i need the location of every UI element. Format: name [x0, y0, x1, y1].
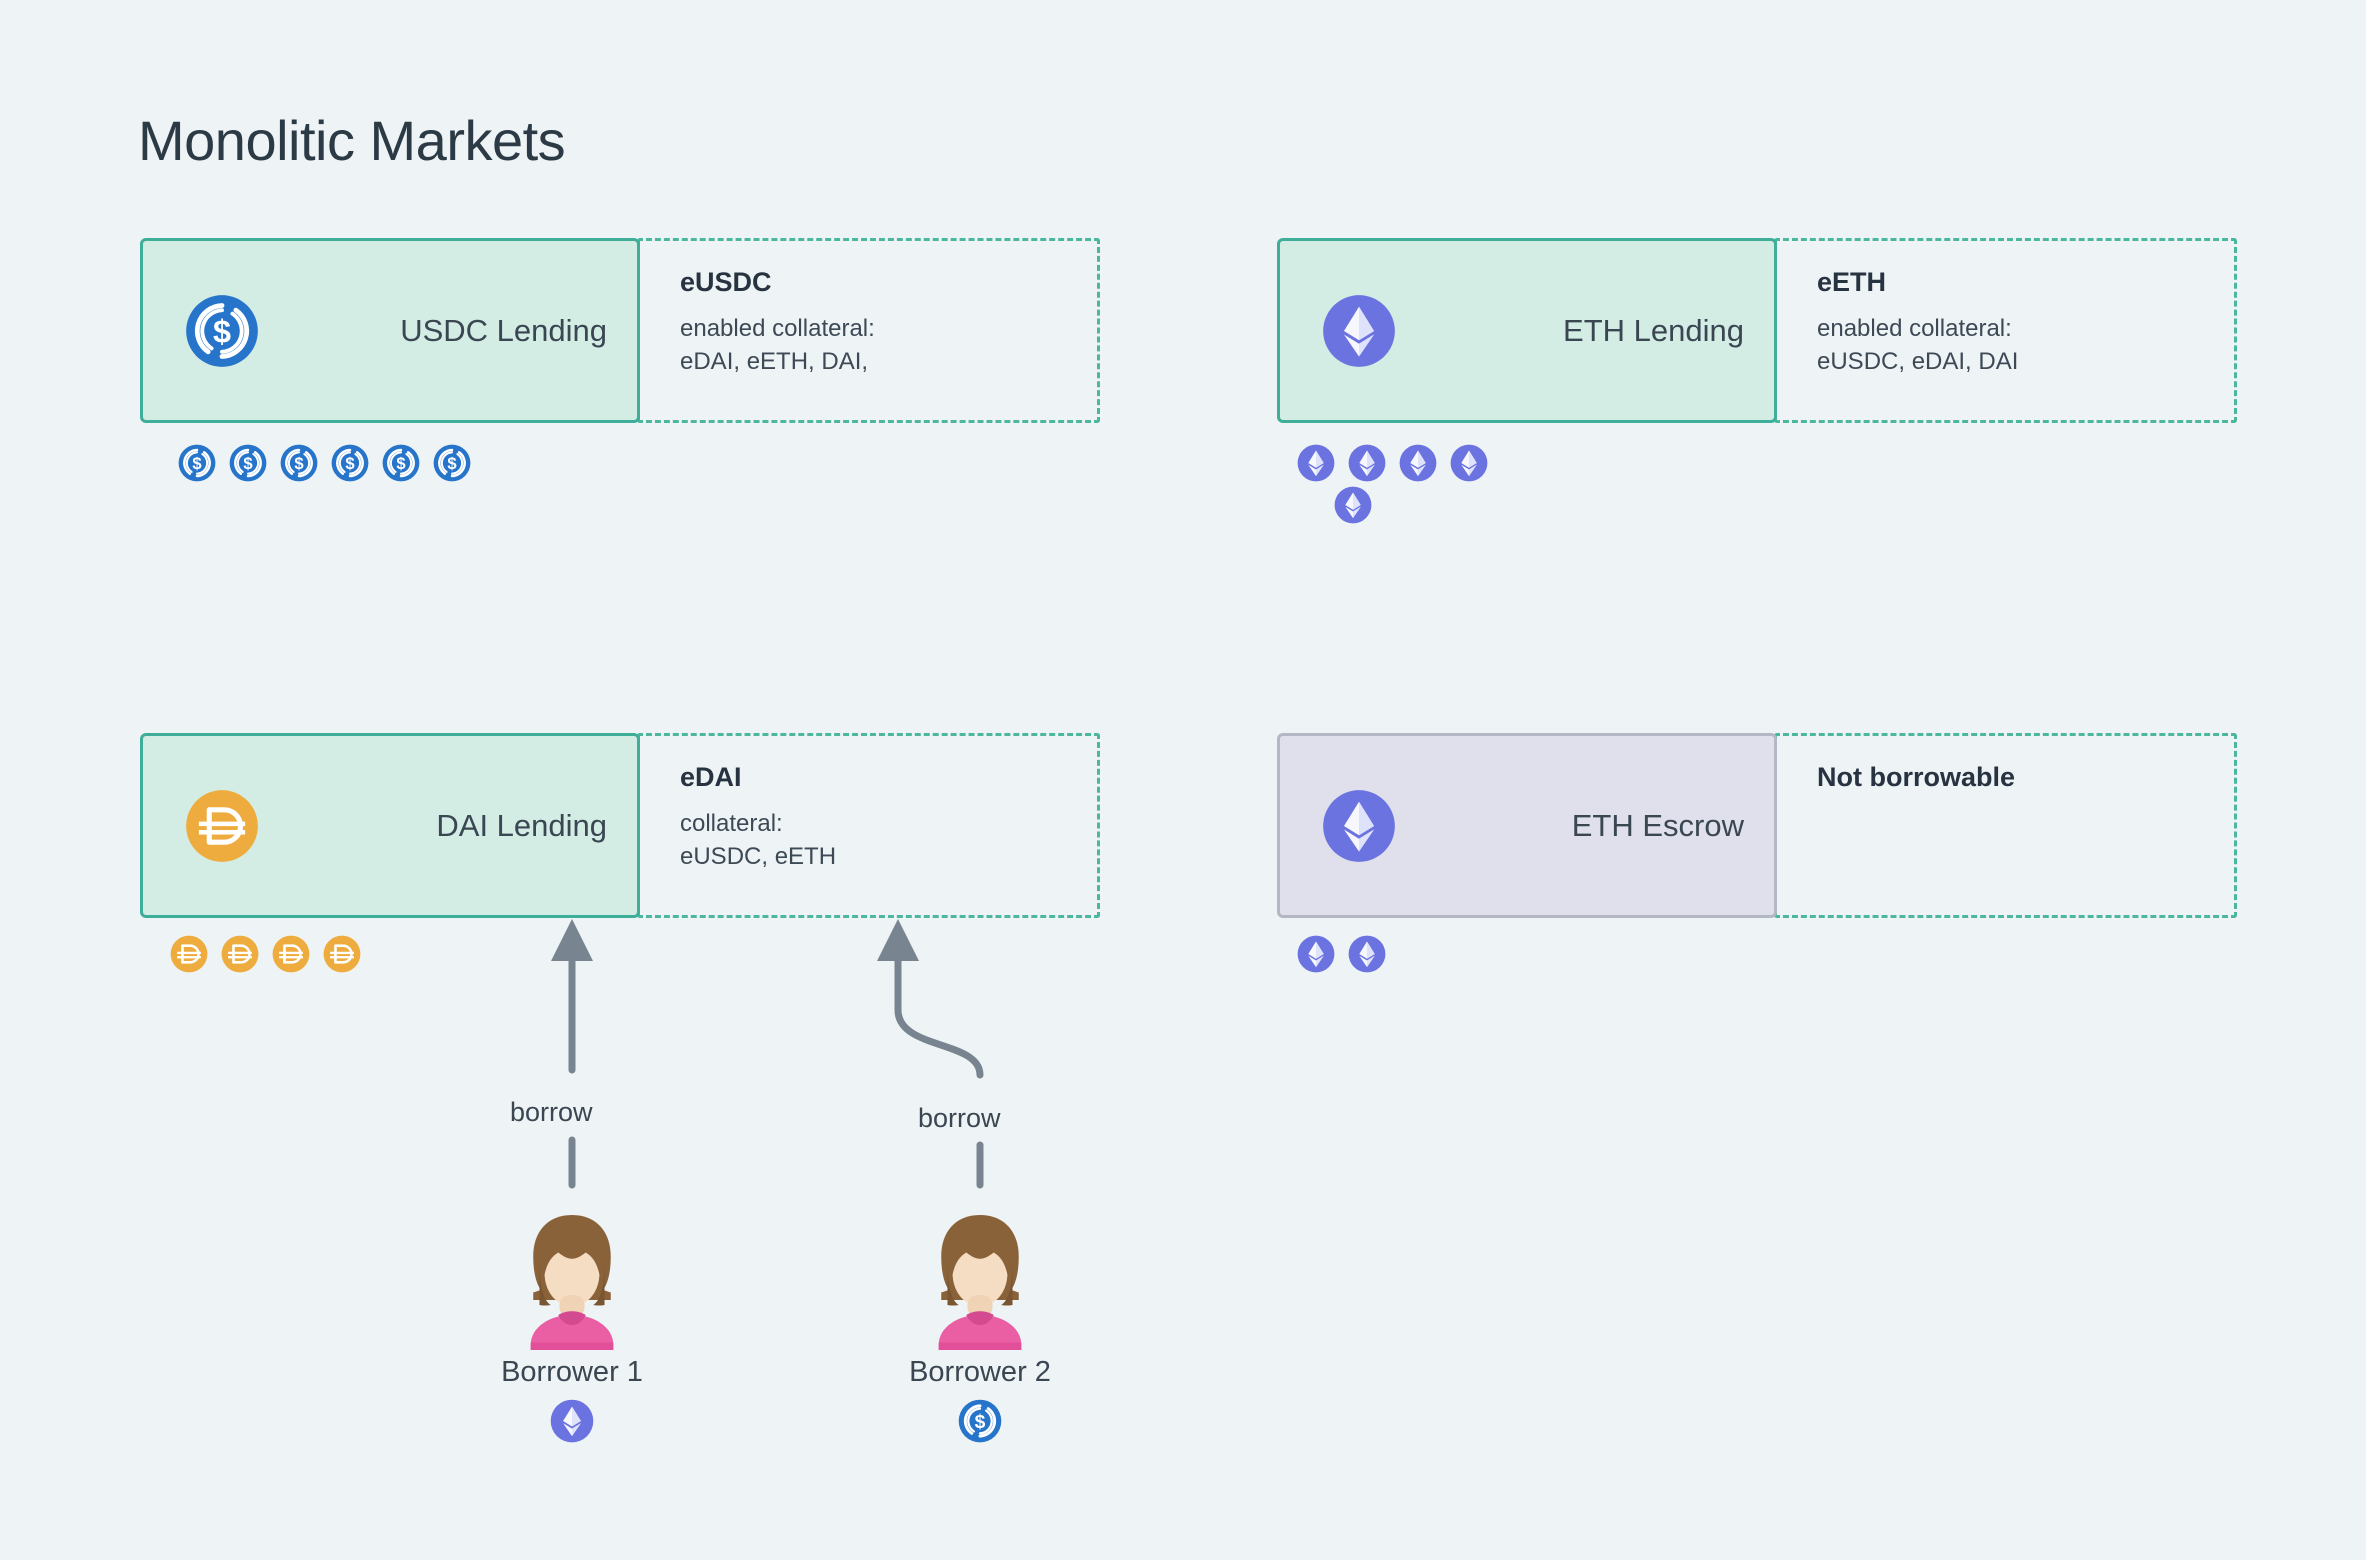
avatar — [497, 1200, 647, 1350]
meta-title-eeth: eETH — [1817, 267, 1887, 297]
eth-coin-icon — [1450, 444, 1488, 482]
market-card-usdc-lending[interactable]: USDC Lending — [140, 238, 640, 423]
borrower-name-2: Borrower 2 — [909, 1356, 1051, 1388]
meta-line-collateral-values: eDAI, eETH, DAI, — [680, 348, 869, 376]
market-label-usdc-lending: USDC Lending — [400, 312, 607, 348]
usdc-coin-icon — [331, 444, 369, 482]
usdc-coin-icon — [229, 444, 267, 482]
borrower-1[interactable]: Borrower 1 — [467, 1200, 677, 1443]
usdc-coin-icon — [185, 294, 259, 368]
usdc-coin-icon — [280, 444, 318, 482]
dai-coin-icon — [221, 935, 259, 973]
borrow-label-borrower-1: borrow — [510, 1097, 593, 1127]
eth-coin-icon — [1399, 444, 1437, 482]
usdc-coin-icon — [178, 444, 216, 482]
deposits-usdc-lending — [178, 444, 471, 482]
avatar — [905, 1200, 1055, 1350]
usdc-coin-icon — [382, 444, 420, 482]
market-meta-edai: eDAI collateral: eUSDC, eETH — [637, 733, 1100, 918]
page-title: Monolitic Markets — [138, 109, 566, 172]
eth-coin-icon — [550, 1399, 594, 1443]
deposits-eth-escrow — [1297, 935, 1386, 973]
eth-coin-icon — [1297, 444, 1335, 482]
meta-line-collateral-label: enabled collateral: — [1817, 315, 2012, 342]
market-label-eth-escrow: ETH Escrow — [1571, 807, 1744, 843]
eth-coin-icon — [1348, 444, 1386, 482]
market-label-eth-lending: ETH Lending — [1563, 312, 1744, 348]
dai-coin-icon — [170, 935, 208, 973]
market-meta-eeth: eETH enabled collateral: eUSDC, eDAI, DA… — [1774, 238, 2237, 423]
eth-coin-icon — [1348, 935, 1386, 973]
borrow-label-borrower-2: borrow — [918, 1103, 1001, 1133]
eth-coin-icon — [1334, 486, 1372, 524]
eth-coin-icon — [1322, 294, 1396, 368]
market-meta-usdc: eUSDC enabled collateral: eDAI, eETH, DA… — [637, 238, 1100, 423]
market-card-dai-lending[interactable]: DAI Lending — [140, 733, 640, 918]
borrower-name-1: Borrower 1 — [501, 1356, 643, 1388]
meta-line-collateral-values: eUSDC, eETH — [680, 843, 837, 871]
deposits-dai-lending — [170, 935, 361, 973]
diagram-canvas: Monolitic Markets $ — [0, 0, 2366, 1560]
meta-title-edai: eDAI — [680, 762, 742, 792]
dai-coin-icon — [323, 935, 361, 973]
dai-coin-icon — [272, 935, 310, 973]
usdc-coin-icon — [958, 1399, 1002, 1443]
meta-line-collateral-label: collateral: — [680, 810, 783, 837]
eth-coin-icon — [1297, 935, 1335, 973]
meta-line-collateral-label: enabled collateral: — [680, 315, 875, 342]
market-meta-escrow: Not borrowable — [1774, 733, 2237, 918]
eth-coin-icon — [1322, 789, 1396, 863]
meta-title-eusdc: eUSDC — [680, 267, 772, 297]
dai-coin-icon — [185, 789, 259, 863]
meta-line-collateral-values: eUSDC, eDAI, DAI — [1817, 348, 2019, 376]
market-card-eth-escrow[interactable]: ETH Escrow — [1277, 733, 1777, 918]
borrow-edge-borrower-2 — [877, 919, 984, 1189]
meta-title-not-borrowable: Not borrowable — [1817, 762, 2016, 792]
market-card-eth-lending[interactable]: ETH Lending — [1277, 238, 1777, 423]
usdc-coin-icon — [433, 444, 471, 482]
borrower-2[interactable]: Borrower 2 — [875, 1200, 1085, 1443]
market-label-dai-lending: DAI Lending — [436, 807, 607, 843]
deposits-eth-lending — [1297, 444, 1488, 482]
